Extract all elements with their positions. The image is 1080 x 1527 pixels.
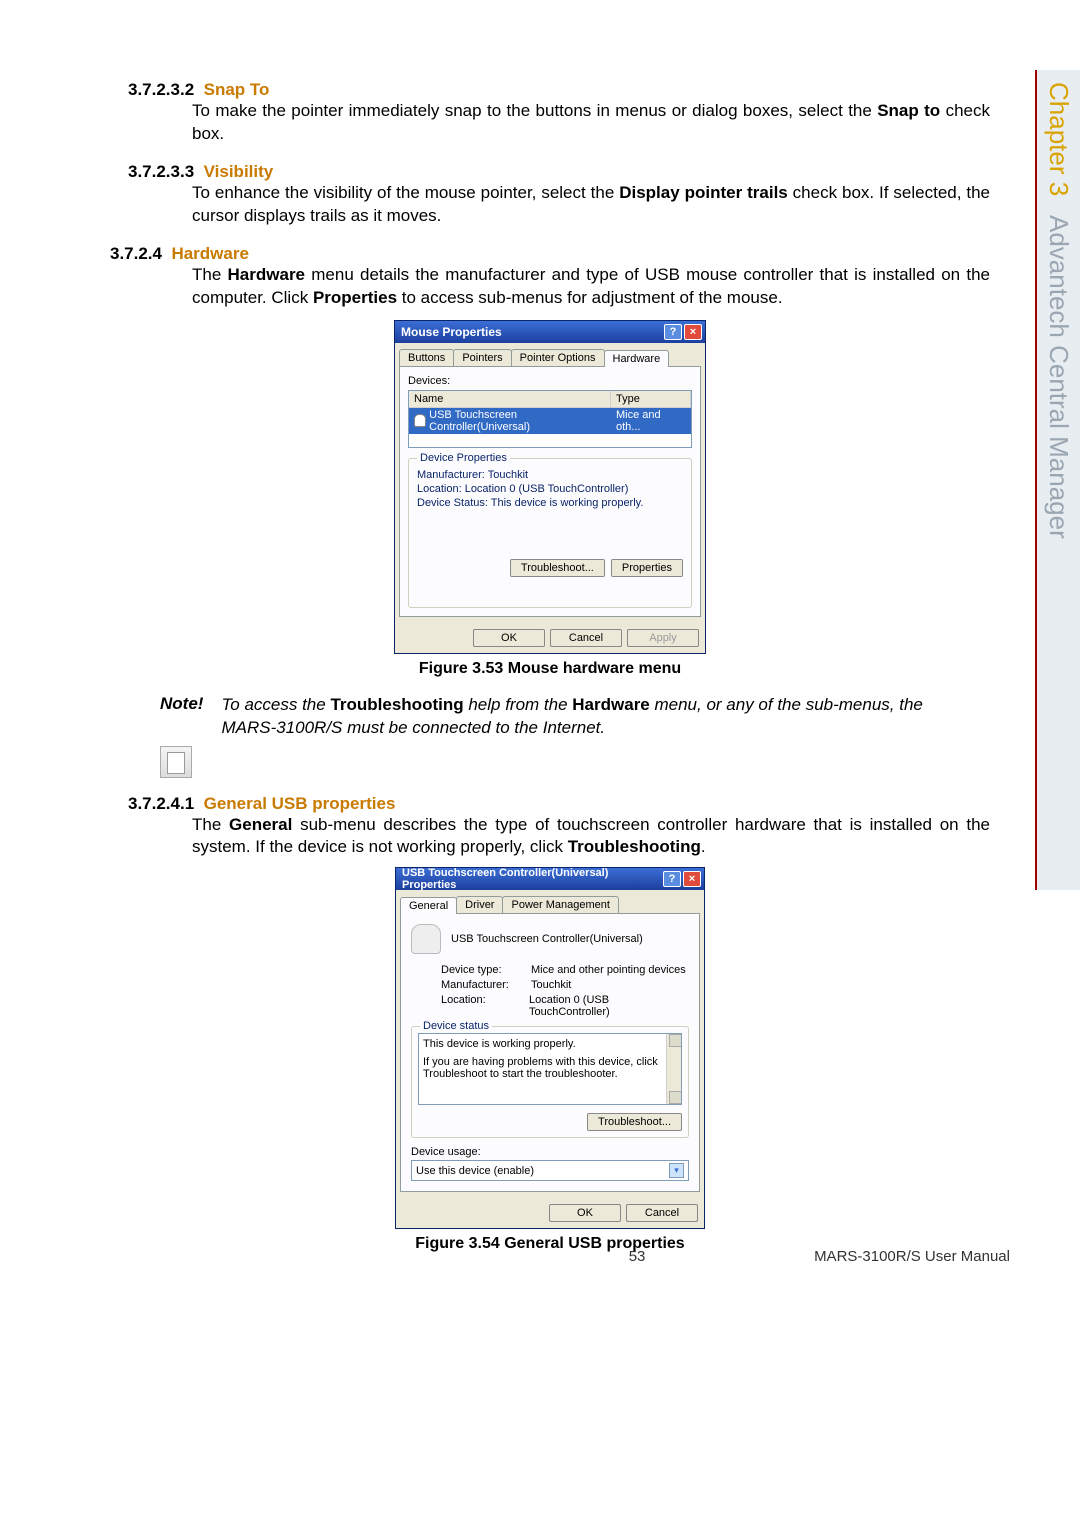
tab-driver[interactable]: Driver (456, 896, 503, 913)
manual-name: MARS-3100R/S User Manual (814, 1248, 1010, 1265)
device-properties-group: Device Properties Manufacturer: Touchkit… (408, 458, 692, 608)
location-line: Location: Location 0 (USB TouchControlle… (417, 483, 683, 495)
col-name[interactable]: Name (409, 391, 611, 407)
list-header: Name Type (409, 391, 691, 408)
status-line: Device Status: This device is working pr… (417, 497, 683, 509)
tab-power-management[interactable]: Power Management (502, 896, 618, 913)
heading-visibility: 3.7.2.3.3 Visibility (128, 162, 990, 182)
heading-general-usb: 3.7.2.4.1 General USB properties (128, 794, 990, 814)
cancel-button[interactable]: Cancel (550, 629, 622, 647)
apply-button: Apply (627, 629, 699, 647)
body-general-usb: The General sub-menu describes the type … (192, 814, 990, 860)
tab-buttons[interactable]: Buttons (399, 349, 454, 366)
device-type-label: Device type: (441, 964, 531, 976)
page-number: 53 (629, 1248, 646, 1265)
status-title: Device status (420, 1020, 492, 1032)
location-label: Location: (441, 994, 529, 1018)
cancel-button[interactable]: Cancel (626, 1204, 698, 1222)
manufacturer-label: Manufacturer: (441, 979, 531, 991)
page-footer: 53 MARS-3100R/S User Manual (110, 1248, 1010, 1265)
note-block: Note! To access the Troubleshooting help… (160, 694, 990, 740)
body-hardware: The Hardware menu details the manufactur… (192, 264, 990, 310)
ok-button[interactable]: OK (549, 1204, 621, 1222)
help-button[interactable]: ? (664, 324, 682, 340)
devices-label: Devices: (408, 375, 692, 387)
device-name: USB Touchscreen Controller(Universal) (451, 933, 643, 945)
dialog-title: USB Touchscreen Controller(Universal) Pr… (402, 867, 663, 891)
dialog-footer: OK Cancel (396, 1198, 704, 1228)
status-textbox[interactable]: This device is working properly. If you … (418, 1033, 682, 1105)
titlebar: Mouse Properties ? × (395, 321, 705, 343)
tab-general[interactable]: General (400, 897, 457, 914)
titlebar: USB Touchscreen Controller(Universal) Pr… (396, 868, 704, 890)
tab-panel: USB Touchscreen Controller(Universal) De… (400, 913, 700, 1192)
devices-list[interactable]: Name Type USB Touchscreen Controller(Uni… (408, 390, 692, 448)
manufacturer-value: Touchkit (531, 979, 571, 991)
scrollbar[interactable] (666, 1034, 681, 1104)
col-type[interactable]: Type (611, 391, 691, 407)
mouse-icon (414, 414, 426, 427)
heading-hardware: 3.7.2.4 Hardware (110, 244, 990, 264)
device-icon (411, 924, 441, 954)
location-value: Location 0 (USB TouchController) (529, 994, 689, 1018)
device-usage-label: Device usage: (411, 1146, 689, 1158)
figure-caption-1: Figure 3.53 Mouse hardware menu (110, 660, 990, 678)
close-button[interactable]: × (684, 324, 702, 340)
troubleshoot-button[interactable]: Troubleshoot... (510, 559, 605, 577)
device-type-value: Mice and other pointing devices (531, 964, 686, 976)
chevron-down-icon: ▾ (669, 1163, 684, 1178)
note-label: Note! (160, 694, 203, 714)
group-title: Device Properties (417, 452, 510, 464)
note-text: To access the Troubleshooting help from … (221, 694, 990, 740)
dialog-footer: OK Cancel Apply (395, 623, 705, 653)
tab-row: General Driver Power Management (396, 890, 704, 913)
tab-pointers[interactable]: Pointers (453, 349, 511, 366)
tab-panel: Devices: Name Type USB Touchscreen Contr… (399, 366, 701, 617)
help-button[interactable]: ? (663, 871, 681, 887)
device-status-group: Device status This device is working pro… (411, 1026, 689, 1138)
ok-button[interactable]: OK (473, 629, 545, 647)
close-button[interactable]: × (683, 871, 701, 887)
body-snap-to: To make the pointer immediately snap to … (192, 100, 990, 146)
mouse-properties-dialog: Mouse Properties ? × Buttons Pointers Po… (394, 320, 706, 654)
properties-button[interactable]: Properties (611, 559, 683, 577)
heading-snap-to: 3.7.2.3.2 Snap To (128, 80, 990, 100)
device-usage-select[interactable]: Use this device (enable) ▾ (411, 1160, 689, 1181)
body-visibility: To enhance the visibility of the mouse p… (192, 182, 990, 228)
usb-properties-dialog: USB Touchscreen Controller(Universal) Pr… (395, 867, 705, 1229)
device-row[interactable]: USB Touchscreen Controller(Universal) Mi… (409, 408, 691, 434)
tab-row: Buttons Pointers Pointer Options Hardwar… (395, 343, 705, 366)
manufacturer-line: Manufacturer: Touchkit (417, 469, 683, 481)
dialog-title: Mouse Properties (401, 325, 502, 339)
troubleshoot-button[interactable]: Troubleshoot... (587, 1113, 682, 1131)
tab-hardware[interactable]: Hardware (604, 350, 670, 367)
tab-pointer-options[interactable]: Pointer Options (511, 349, 605, 366)
note-icon (160, 746, 192, 778)
